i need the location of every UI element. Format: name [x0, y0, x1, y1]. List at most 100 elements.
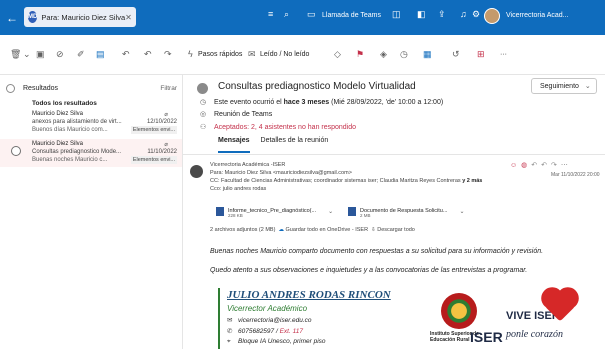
- msg-date: Mar 11/10/2022 20:00: [551, 172, 600, 178]
- reading-tabs: Mensajes Detalles de la reunión: [218, 137, 328, 153]
- quick-steps-button[interactable]: Pasos rápidos: [198, 51, 242, 58]
- item-sender: Mauricio Diez Silva: [32, 141, 84, 147]
- reply-icon[interactable]: ↶: [122, 49, 130, 60]
- attachment-2[interactable]: Documento de Respuesta Solicitu... 2 MB …: [348, 202, 464, 220]
- filter-button[interactable]: Filtrar: [160, 85, 177, 92]
- attachment-size: 228 KB: [228, 213, 243, 218]
- signature-role: Vicerrector Académico: [227, 304, 308, 313]
- signature-address: ⌖ Bloque IA Unesco, primer piso: [227, 338, 326, 346]
- select-all-checkbox[interactable]: [6, 83, 15, 93]
- tab-messages[interactable]: Mensajes: [218, 137, 250, 153]
- lightning-icon[interactable]: ϟ: [188, 49, 193, 59]
- signature-address-text: Bloque IA Unesco, primer piso: [238, 338, 326, 345]
- calendar-icon[interactable]: ◫: [392, 9, 401, 20]
- clock-icon[interactable]: ◷: [400, 49, 408, 60]
- emoji-icon[interactable]: ☺: [510, 162, 521, 169]
- attachment-1[interactable]: Informe_tecnico_Pre_diagnóstico(... 228 …: [216, 202, 333, 220]
- divider: [183, 154, 605, 155]
- teams-call-label[interactable]: Llamada de Teams: [322, 12, 381, 19]
- reply-all-icon[interactable]: ↶: [144, 49, 152, 60]
- tag-icon[interactable]: ◇: [334, 49, 341, 60]
- tab-meeting-details[interactable]: Detalles de la reunión: [261, 137, 329, 153]
- event-icon: [197, 83, 208, 94]
- attachment-icon: ⌀: [164, 142, 168, 148]
- back-arrow-icon[interactable]: ←: [6, 11, 24, 25]
- meeting-label: Reunión de Teams: [214, 111, 273, 118]
- pin-icon[interactable]: ◈: [380, 49, 387, 60]
- msg-cc-more[interactable]: y 2 más: [462, 178, 482, 184]
- delete-icon[interactable]: 🗑: [10, 49, 21, 60]
- follow-button[interactable]: Seguimiento ⌄: [531, 78, 597, 94]
- clock-icon: ◷: [200, 99, 207, 106]
- event-ago: hace 3 meses: [283, 99, 330, 106]
- forward-icon[interactable]: ↷: [551, 162, 561, 169]
- signature-ext: Ext. 117: [279, 328, 303, 335]
- flag-icon[interactable]: ⚑: [356, 49, 364, 60]
- results-title: Resultados: [23, 84, 59, 92]
- chevron-down-icon[interactable]: ⌄: [23, 49, 31, 60]
- undo-icon[interactable]: ↺: [452, 49, 460, 60]
- ribbon-toolbar: 🗑 ⌄ ▣ ⊘ ✐ ▤ ↶ ↶ ↷ ϟ Pasos rápidos ✉ Leíd…: [0, 35, 605, 75]
- reply-icon[interactable]: ↶: [531, 162, 541, 169]
- bell-icon[interactable]: ♫: [460, 9, 467, 19]
- rules-icon[interactable]: ▦: [423, 49, 432, 60]
- share-icon[interactable]: ⇪: [438, 9, 446, 20]
- account-label[interactable]: Vicerrectoria Acad...: [506, 12, 569, 19]
- all-results-label: Todos los resultados: [32, 100, 97, 107]
- chevron-down-icon[interactable]: ⌄: [459, 208, 464, 215]
- red-reply-icon[interactable]: ◍: [521, 162, 531, 169]
- move-icon[interactable]: ▤: [96, 49, 105, 60]
- save-onedrive-link[interactable]: Guardar todo en OneDrive - ISER: [286, 227, 369, 233]
- attendance-label: Aceptados: 2, 4 asistentes no han respon…: [214, 124, 357, 131]
- message-actions: ☺◍↶↶↷⋯: [510, 161, 572, 169]
- apps-icon[interactable]: ⊞: [477, 49, 485, 60]
- compose-tab[interactable]: MD Para: Mauricio Diez Silva ✕: [24, 7, 136, 27]
- archive-icon[interactable]: ▣: [36, 49, 45, 60]
- signature-phone: ✆ 6075682597 / Ext. 117: [227, 327, 303, 335]
- more-options-button[interactable]: ···: [500, 51, 507, 58]
- download-icon: ⇩: [371, 227, 376, 233]
- chevron-down-icon[interactable]: ⌄: [328, 208, 333, 215]
- read-unread-button[interactable]: Leído / No leído: [260, 51, 309, 58]
- attachment-size: 2 MB: [360, 213, 371, 218]
- report-icon[interactable]: ⊘: [56, 49, 64, 60]
- item-preview: Buenas noches Mauricio c...: [32, 157, 108, 163]
- user-avatar[interactable]: [484, 8, 500, 24]
- iser-logo-text: ISER: [470, 329, 503, 345]
- board-icon[interactable]: ◧: [417, 9, 426, 20]
- signature-name: JULIO ANDRES RODAS RINCON: [227, 289, 391, 301]
- folder-chip: Elementos envi...: [130, 126, 177, 134]
- message-list: Resultados Filtrar Todos los resultados …: [0, 75, 183, 349]
- teams-call-icon[interactable]: ▭: [307, 9, 316, 20]
- body-paragraph-2: Quedo atento a sus observaciones e inqui…: [210, 267, 528, 274]
- select-checkbox[interactable]: [11, 146, 21, 156]
- item-date: 12/10/2022: [146, 119, 177, 125]
- msg-from[interactable]: Vicerrectoria Académica -ISER: [210, 162, 285, 168]
- message-subject: Consultas prediagnostico Modelo Virtuali…: [218, 81, 416, 92]
- signature-email-text[interactable]: vicerrectoria@iser.edu.co: [238, 317, 312, 324]
- reply-all-icon[interactable]: ↶: [541, 162, 551, 169]
- list-item-selected[interactable]: Mauricio Diez Silva ⌀ Consultas prediagn…: [0, 139, 182, 167]
- search-icon[interactable]: ⌕: [284, 9, 289, 20]
- results-header: Resultados Filtrar: [6, 81, 177, 95]
- list-item[interactable]: Mauricio Diez Silva ⌀ anexos para alista…: [0, 109, 182, 137]
- sweep-icon[interactable]: ✐: [77, 49, 85, 60]
- slogan-text: ponle corazón: [506, 329, 563, 340]
- forward-icon[interactable]: ↷: [164, 49, 172, 60]
- attendance-info[interactable]: ⚇ Aceptados: 2, 4 asistentes no han respo…: [200, 123, 356, 131]
- chevron-down-icon: ⌄: [584, 83, 591, 90]
- close-icon[interactable]: ✕: [125, 13, 132, 22]
- people-icon: ⚇: [200, 124, 207, 131]
- event-time: (Mié 28/09/2022, 'de' 10:00 a 12:00): [329, 99, 444, 106]
- avatar: MD: [28, 11, 38, 23]
- body-paragraph-1: Buenas noches Mauricio comparto document…: [210, 248, 544, 255]
- gear-icon[interactable]: ⚙: [472, 9, 480, 20]
- iser-seal-logo: [441, 293, 477, 329]
- filter-icon[interactable]: ≡: [268, 9, 273, 19]
- item-sender: Mauricio Diez Silva: [32, 111, 84, 117]
- mail-read-icon[interactable]: ✉: [248, 49, 256, 60]
- signature-email: ✉ vicerrectoria@iser.edu.co: [227, 316, 312, 324]
- event-prefix: Este evento ocurrió el: [214, 99, 284, 106]
- download-all-link[interactable]: Descargar todo: [377, 227, 415, 233]
- more-icon[interactable]: ⋯: [561, 162, 572, 169]
